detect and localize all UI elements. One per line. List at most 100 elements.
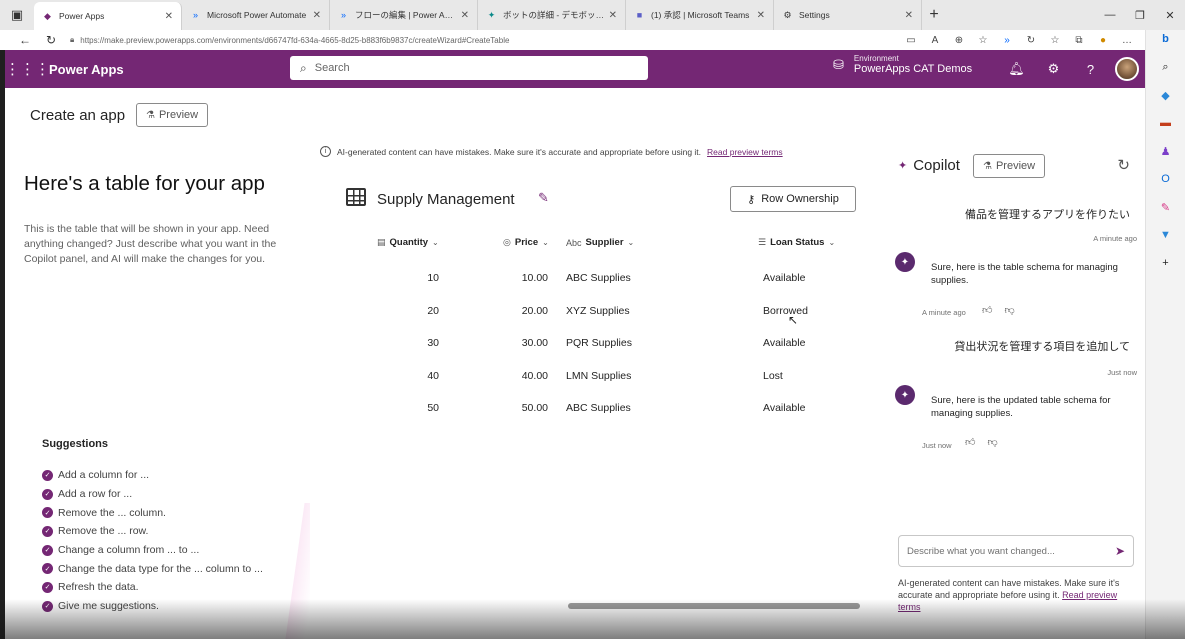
favorites-icon[interactable]: ☆: [1047, 35, 1063, 46]
minimize-icon[interactable]: —: [1095, 9, 1125, 21]
app-launcher-icon[interactable]: ⋮⋮⋮: [5, 60, 50, 78]
column-header-quantity[interactable]: ▤ Quantity ⌄: [377, 237, 439, 248]
suggestion-item[interactable]: ✓ Change a column from ... to ...: [42, 541, 263, 560]
edit-icon[interactable]: ✎: [538, 190, 549, 206]
ai-notice: i AI-generated content can have mistakes…: [320, 146, 783, 157]
check-icon: ✓: [42, 488, 53, 500]
add-icon[interactable]: +: [1157, 254, 1175, 272]
search-input[interactable]: ⌕ Search: [290, 56, 648, 80]
check-icon: ✓: [42, 544, 53, 556]
suggestion-text: Add a row for ...: [58, 488, 133, 501]
column-header-label: Loan Status: [770, 237, 825, 248]
suggestion-item[interactable]: ✓ Change the data type for the ... column…: [42, 559, 263, 578]
cell-status: Lost: [763, 370, 783, 382]
collections-icon[interactable]: ⧉: [1071, 35, 1087, 46]
suggestion-item[interactable]: ✓ Add a column for ...: [42, 466, 263, 485]
search-icon[interactable]: ⌕: [1157, 58, 1175, 76]
window-menu-icon[interactable]: ▣: [0, 0, 34, 30]
preview-button[interactable]: ⚗ Preview: [136, 103, 209, 127]
app-name[interactable]: Power Apps: [49, 62, 124, 77]
suggestion-item[interactable]: ✓ Refresh the data.: [42, 578, 263, 597]
reload-icon[interactable]: ↻: [38, 33, 64, 47]
tab-power-automate[interactable]: » Microsoft Power Automate ✕: [182, 0, 330, 30]
chevron-down-icon: ⌄: [432, 238, 439, 247]
cell-supplier: LMN Supplies: [566, 370, 632, 382]
thumbs-down-icon[interactable]: 👎︎: [1004, 304, 1014, 316]
close-icon[interactable]: ✕: [313, 10, 321, 21]
extension-icon[interactable]: »: [999, 35, 1015, 46]
preview-label: Preview: [158, 109, 199, 121]
refresh-icon[interactable]: ↻: [1117, 156, 1130, 174]
check-icon: ✓: [42, 469, 53, 481]
cell-supplier: ABC Supplies: [566, 272, 631, 284]
check-icon: ✓: [42, 563, 53, 575]
column-header-supplier[interactable]: Abc Supplier ⌄: [566, 237, 634, 248]
close-icon[interactable]: ✕: [757, 10, 765, 21]
suggestions-list: ✓ Add a column for ... ✓ Add a row for ...…: [42, 466, 263, 616]
preview-label: Preview: [995, 160, 1036, 172]
power-automate-icon: »: [192, 10, 198, 20]
person-icon[interactable]: ♟: [1157, 142, 1175, 160]
more-icon[interactable]: …: [1119, 35, 1135, 46]
profile-icon[interactable]: ●: [1095, 35, 1111, 46]
drop-icon[interactable]: ▼: [1157, 226, 1175, 244]
chevron-down-icon: ⌄: [828, 238, 836, 247]
close-icon[interactable]: ✕: [165, 11, 173, 22]
chevron-down-icon: ⌄: [627, 238, 635, 247]
tab-settings[interactable]: ⚙ Settings ✕: [774, 0, 922, 30]
designer-icon[interactable]: ✎: [1157, 198, 1175, 216]
header-icons: 🔔︎ ⚙ ?: [998, 50, 1145, 88]
tab-power-apps[interactable]: ◆ Power Apps ✕: [34, 2, 182, 30]
close-icon[interactable]: ✕: [905, 10, 913, 21]
column-header-loan-status[interactable]: ☰ Loan Status ⌄: [758, 237, 835, 248]
send-icon[interactable]: ➤: [1115, 544, 1125, 558]
close-icon[interactable]: ✕: [609, 10, 617, 21]
thumbs-up-icon[interactable]: 👍︎: [965, 436, 975, 448]
suggestion-item[interactable]: ✓ Remove the ... column.: [42, 503, 263, 522]
horizontal-scrollbar[interactable]: [568, 603, 860, 609]
read-aloud-icon[interactable]: A: [927, 35, 943, 46]
row-ownership-label: Row Ownership: [761, 193, 839, 205]
new-tab-button[interactable]: +: [922, 0, 946, 30]
gear-icon[interactable]: ⚙: [1035, 61, 1072, 77]
tag-icon[interactable]: ◆: [1157, 86, 1175, 104]
browser-toolbar: ▭ A ⊕ ☆ » ↻ ☆ ⧉ ● …: [903, 35, 1145, 46]
bell-icon[interactable]: 🔔︎: [998, 61, 1035, 77]
zoom-icon[interactable]: ⊕: [951, 35, 967, 46]
url-field[interactable]: 🔒︎ https://make.preview.powerapps.com/en…: [70, 35, 850, 45]
bing-icon[interactable]: b: [1157, 30, 1175, 48]
cell-quantity: 50: [427, 402, 439, 414]
sparkle-icon: ✦: [898, 160, 908, 172]
left-heading: Here's a table for your app: [24, 172, 265, 195]
suggestion-item[interactable]: ✓ Give me suggestions.: [42, 597, 263, 616]
app-available-icon[interactable]: ▭: [903, 35, 919, 46]
suggestion-item[interactable]: ✓ Remove the ... row.: [42, 522, 263, 541]
close-window-icon[interactable]: ✕: [1155, 9, 1185, 22]
avatar[interactable]: [1115, 57, 1139, 81]
thumbs-up-icon[interactable]: 👍︎: [982, 304, 992, 316]
favorite-icon[interactable]: ☆: [975, 35, 991, 46]
environment-picker[interactable]: ⛁ Environment PowerApps CAT Demos: [833, 54, 972, 75]
close-icon[interactable]: ✕: [461, 10, 469, 21]
thumbs-down-icon[interactable]: 👎︎: [987, 436, 997, 448]
copilot-preview-button[interactable]: ⚗ Preview: [973, 154, 1046, 178]
toolbox-icon[interactable]: ▬: [1157, 114, 1175, 132]
message-timestamp: Just now: [1107, 368, 1137, 377]
cell-quantity: 40: [427, 370, 439, 382]
read-preview-terms-link[interactable]: Read preview terms: [707, 147, 783, 157]
restore-icon[interactable]: ❐: [1125, 9, 1155, 22]
help-icon[interactable]: ?: [1072, 62, 1109, 77]
tab-label: Microsoft Power Automate: [207, 10, 307, 20]
refresh-extension-icon[interactable]: ↻: [1023, 35, 1039, 46]
suggestion-item[interactable]: ✓ Add a row for ...: [42, 485, 263, 504]
row-ownership-button[interactable]: ⚷ Row Ownership: [730, 186, 856, 212]
tab-bot-details[interactable]: ✦ ボットの詳細 - デモボット | Power Vi ✕: [478, 0, 626, 30]
cell-status: Borrowed: [763, 305, 808, 317]
outlook-icon[interactable]: O: [1157, 170, 1175, 188]
tab-teams[interactable]: ■ (1) 承認 | Microsoft Teams ✕: [626, 0, 774, 30]
chat-input-placeholder: Describe what you want changed...: [907, 545, 1055, 557]
tab-flow-edit[interactable]: » フローの編集 | Power Automate ✕: [330, 0, 478, 30]
back-icon[interactable]: ←: [12, 33, 38, 47]
column-header-price[interactable]: ◎ Price ⌄: [503, 237, 549, 248]
copilot-chat-input[interactable]: Describe what you want changed... ➤: [898, 535, 1134, 567]
